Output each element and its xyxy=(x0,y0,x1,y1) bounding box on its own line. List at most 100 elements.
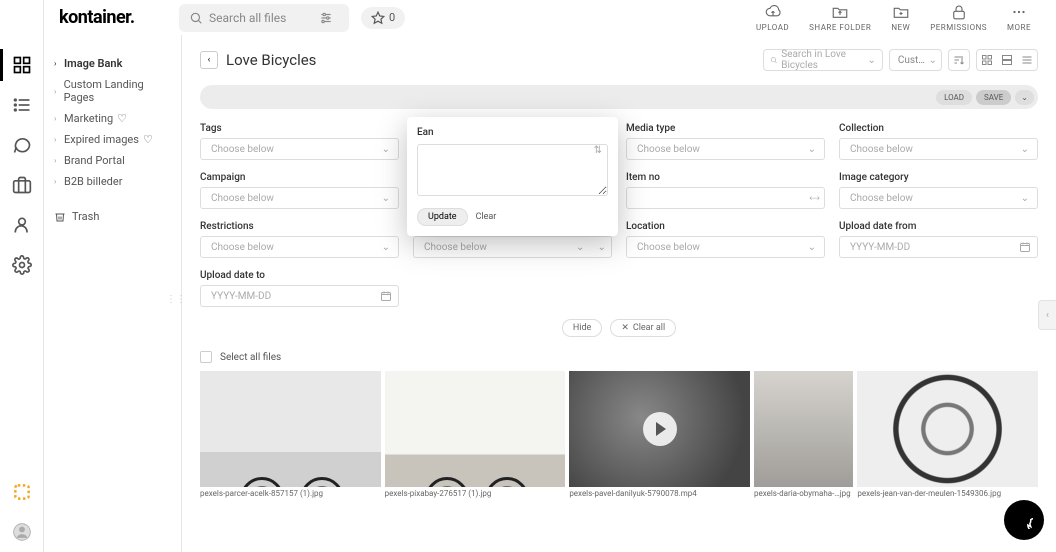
field-location: LocationChoose below xyxy=(626,221,825,258)
field-campaign: CampaignChoose below xyxy=(200,172,399,209)
select-all-checkbox[interactable] xyxy=(200,351,212,363)
status-caret-icon[interactable]: ⌄ xyxy=(592,236,612,258)
header: kontainer. Search all files 0 UPLOAD SHA… xyxy=(44,0,1056,35)
item-no-input[interactable] xyxy=(626,187,825,209)
share-folder-action[interactable]: SHARE FOLDER xyxy=(809,3,871,32)
rail-avatar-icon[interactable] xyxy=(12,522,32,542)
thumbnail-item[interactable]: pexels-parcer-acelk-857157 (1).jpg xyxy=(200,371,381,498)
cloud-upload-icon xyxy=(764,3,782,21)
upload-from-input[interactable]: YYYY-MM-DD xyxy=(839,236,1038,258)
view-grid-button[interactable] xyxy=(977,50,997,70)
media-type-dropdown[interactable]: Choose below xyxy=(626,138,825,160)
hide-filters-button[interactable]: Hide xyxy=(562,319,602,337)
play-icon xyxy=(656,422,666,436)
logo: kontainer. xyxy=(59,7,179,28)
field-collection: CollectionChoose below xyxy=(839,123,1038,160)
search-icon xyxy=(770,55,777,65)
filter-collapse-button[interactable]: ⌄ xyxy=(1015,90,1034,105)
more-icon xyxy=(1010,3,1028,21)
collection-dropdown[interactable]: Choose below xyxy=(839,138,1038,160)
filter-actions: Hide ✕Clear all xyxy=(200,319,1038,337)
list-icon xyxy=(1021,54,1033,66)
search-placeholder: Search all files xyxy=(209,11,286,25)
status-dropdown[interactable]: Choose below xyxy=(413,236,592,258)
folder-search[interactable]: Search in Love Bicycles xyxy=(763,49,883,71)
tree-item-image-bank[interactable]: ›Image Bank xyxy=(52,53,173,74)
rail-list-icon[interactable] xyxy=(12,95,32,115)
restrictions-dropdown[interactable]: Choose below xyxy=(200,236,399,258)
sort-dropdown[interactable]: Cust… xyxy=(889,49,942,71)
breadcrumb-row: ‹ Love Bicycles Search in Love Bicycles … xyxy=(200,45,1038,75)
fav-count: 0 xyxy=(389,11,395,24)
ean-textarea[interactable] xyxy=(417,144,608,196)
favorites-pill[interactable]: 0 xyxy=(361,7,405,29)
image-category-dropdown[interactable]: Choose below xyxy=(839,187,1038,209)
campaign-dropdown[interactable]: Choose below xyxy=(200,187,399,209)
calendar-icon xyxy=(1019,241,1031,253)
more-action[interactable]: MORE xyxy=(1007,3,1031,32)
share-folder-icon xyxy=(831,3,849,21)
thumbnail-item[interactable]: pexels-pixabay-276517 (1).jpg xyxy=(385,371,566,498)
filter-grid: TagsChoose below Ean ⇅ Update Clear Medi… xyxy=(200,123,1038,307)
field-restrictions: RestrictionsChoose below xyxy=(200,221,399,258)
global-search[interactable]: Search all files xyxy=(179,4,349,32)
trash-item[interactable]: Trash xyxy=(52,206,173,227)
right-panel-toggle[interactable]: ‹ xyxy=(1038,300,1056,330)
select-all-label: Select all files xyxy=(220,352,281,363)
layout-icon xyxy=(1001,54,1013,66)
field-image-category: Image categoryChoose below xyxy=(839,172,1038,209)
rail-settings-icon[interactable] xyxy=(12,255,32,275)
tree-item-expired[interactable]: ›Expired images♡ xyxy=(52,129,173,150)
sliders-icon[interactable] xyxy=(319,11,333,25)
new-folder-icon xyxy=(892,3,910,21)
location-dropdown[interactable]: Choose below xyxy=(626,236,825,258)
lock-icon xyxy=(950,3,968,21)
expand-icon[interactable]: ⇅ xyxy=(594,145,602,156)
upload-action[interactable]: UPLOAD xyxy=(756,3,789,32)
chevron-right-icon: › xyxy=(54,156,62,165)
view-toggle xyxy=(976,49,1038,71)
left-rail xyxy=(0,0,44,552)
tree-item-brand-portal[interactable]: ›Brand Portal xyxy=(52,150,173,171)
permissions-action[interactable]: PERMISSIONS xyxy=(930,3,987,32)
ean-update-button[interactable]: Update xyxy=(417,208,468,226)
save-filter-button[interactable]: SAVE xyxy=(976,90,1011,105)
play-overlay xyxy=(569,371,750,487)
filter-bar: LOAD SAVE ⌄ xyxy=(200,85,1038,109)
rail-app-icon[interactable] xyxy=(12,482,32,502)
sort-icon xyxy=(953,54,965,66)
thumbnail-item[interactable]: pexels-daria-obymaha-…jpg xyxy=(754,371,853,498)
rail-grid-icon[interactable] xyxy=(12,55,32,75)
sidebar: ›Image Bank ›Custom Landing Pages ›Marke… xyxy=(44,35,182,552)
load-filter-button[interactable]: LOAD xyxy=(936,90,972,105)
main-area: ‹ Love Bicycles Search in Love Bicycles … xyxy=(182,35,1056,552)
trash-icon xyxy=(54,211,66,223)
tags-dropdown[interactable]: Choose below xyxy=(200,138,399,160)
chevron-right-icon: › xyxy=(54,135,62,144)
rail-comment-icon[interactable] xyxy=(12,135,32,155)
sort-direction-button[interactable] xyxy=(948,49,970,71)
thumbnail-item[interactable]: pexels-jean-van-der-meulen-1549306.jpg xyxy=(857,371,1038,498)
clear-all-button[interactable]: ✕Clear all xyxy=(610,319,676,337)
heart-icon: ♡ xyxy=(117,112,127,125)
thumbnail-item[interactable]: pexels-pavel-danilyuk-5790078.mp4 xyxy=(569,371,750,498)
field-upload-to: Upload date toYYYY-MM-DD xyxy=(200,270,399,307)
field-media-type: Media typeChoose below xyxy=(626,123,825,160)
tree-item-marketing[interactable]: ›Marketing♡ xyxy=(52,108,173,129)
ean-popover: Ean ⇅ Update Clear xyxy=(407,117,618,236)
field-tags: TagsChoose below xyxy=(200,123,399,160)
tree-item-b2b[interactable]: ›B2B billeder xyxy=(52,171,173,192)
upload-to-input[interactable]: YYYY-MM-DD xyxy=(200,285,399,307)
rail-briefcase-icon[interactable] xyxy=(12,175,32,195)
new-action[interactable]: NEW xyxy=(891,3,910,32)
ean-clear-button[interactable]: Clear xyxy=(476,212,497,222)
chat-bubble[interactable] xyxy=(1004,500,1044,540)
tree-item-custom-landing[interactable]: ›Custom Landing Pages xyxy=(52,74,173,108)
thumbnails: pexels-parcer-acelk-857157 (1).jpg pexel… xyxy=(200,371,1038,498)
rail-user-icon[interactable] xyxy=(12,215,32,235)
page-title: Love Bicycles xyxy=(226,51,316,69)
field-upload-from: Upload date fromYYYY-MM-DD xyxy=(839,221,1038,258)
view-list-button[interactable] xyxy=(1017,50,1037,70)
view-large-button[interactable] xyxy=(997,50,1017,70)
back-button[interactable]: ‹ xyxy=(200,51,218,69)
